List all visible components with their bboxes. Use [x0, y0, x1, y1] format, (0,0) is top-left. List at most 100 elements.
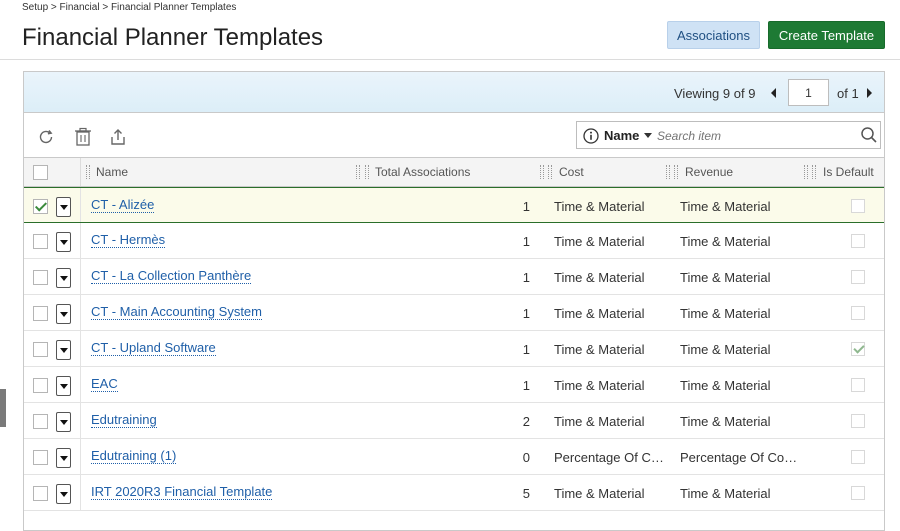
row-menu-button[interactable]	[56, 268, 71, 288]
column-grip[interactable]	[804, 165, 808, 179]
chevron-down-icon	[644, 133, 653, 138]
row-checkbox[interactable]	[33, 414, 48, 429]
row-checkbox[interactable]	[33, 199, 48, 214]
row-checkbox[interactable]	[33, 378, 48, 393]
row-menu-button[interactable]	[56, 304, 71, 324]
column-grip[interactable]	[356, 165, 360, 179]
row-menu-button[interactable]	[56, 232, 71, 252]
previous-page-icon[interactable]	[771, 88, 776, 98]
is-default-checkbox	[851, 486, 865, 500]
revenue-cell: Time & Material	[680, 486, 771, 501]
page-total: of 1	[837, 86, 859, 101]
total-associations-cell: 1	[522, 342, 530, 357]
column-grip[interactable]	[812, 165, 816, 179]
template-name-link[interactable]: CT - Main Accounting System	[91, 304, 262, 320]
table-row[interactable]: CT - Upland Software 1 Time & Material Time…	[24, 331, 884, 367]
table-row[interactable]: CT - Hermès 1 Time & Material Time & Materi…	[24, 223, 884, 259]
cost-cell: Time & Material	[554, 342, 645, 357]
search-icon[interactable]	[860, 126, 878, 144]
row-checkbox[interactable]	[33, 306, 48, 321]
total-associations-cell: 1	[522, 378, 530, 393]
cost-cell: Time & Material	[554, 414, 645, 429]
table-row[interactable]: IRT 2020R3 Financial Template 5 Time & Mat…	[24, 475, 884, 511]
template-name-link[interactable]: CT - Alizée	[91, 197, 155, 213]
template-name-link[interactable]: CT - Hermès	[91, 232, 166, 248]
cost-cell: Time & Material	[554, 486, 645, 501]
total-associations-cell: 1	[522, 234, 530, 249]
column-divider	[80, 439, 81, 474]
column-header-total-associations[interactable]: Total Associations	[375, 158, 470, 186]
refresh-icon[interactable]	[35, 126, 57, 148]
row-checkbox[interactable]	[33, 486, 48, 501]
row-menu-button[interactable]	[56, 197, 71, 217]
template-name-link[interactable]: EAC	[91, 376, 118, 392]
associations-button[interactable]: Associations	[667, 21, 760, 49]
row-checkbox[interactable]	[33, 450, 48, 465]
row-menu-button[interactable]	[56, 448, 71, 468]
column-grip[interactable]	[86, 165, 90, 179]
search-field-label: Name	[604, 128, 640, 143]
search-field-select[interactable]: Name	[604, 128, 653, 143]
select-all-checkbox[interactable]	[33, 165, 48, 180]
column-grip[interactable]	[365, 165, 369, 179]
table-row[interactable]: EAC 1 Time & Material Time & Material	[24, 367, 884, 403]
breadcrumb[interactable]: Setup > Financial > Financial Planner Te…	[22, 2, 236, 13]
is-default-checkbox	[851, 342, 865, 356]
side-panel-tab[interactable]	[0, 389, 6, 427]
cost-cell: Time & Material	[554, 234, 645, 249]
row-menu-button[interactable]	[56, 484, 71, 504]
row-checkbox[interactable]	[33, 234, 48, 249]
column-grip[interactable]	[666, 165, 670, 179]
table-row[interactable]: CT - La Collection Panthère 1 Time & Mater…	[24, 259, 884, 295]
trash-icon[interactable]	[72, 126, 94, 148]
template-name-link[interactable]: CT - Upland Software	[91, 340, 216, 356]
create-template-button[interactable]: Create Template	[768, 21, 885, 49]
table-row[interactable]: Edutraining (1) 0 Percentage Of Co... Perce…	[24, 439, 884, 475]
table-row[interactable]: CT - Alizée 1 Time & Material Time & Materi…	[24, 187, 884, 223]
search-input[interactable]	[657, 126, 852, 145]
is-default-checkbox	[851, 234, 865, 248]
template-name-link[interactable]: IRT 2020R3 Financial Template	[91, 484, 273, 500]
cost-cell: Percentage Of Co...	[554, 450, 666, 465]
viewing-summary: Viewing 9 of 9	[674, 86, 755, 101]
row-checkbox[interactable]	[33, 342, 48, 357]
column-header-is-default[interactable]: Is Default	[823, 158, 874, 186]
total-associations-cell: 0	[522, 450, 530, 465]
total-associations-cell: 1	[522, 270, 530, 285]
search-box: Name	[576, 121, 881, 149]
revenue-cell: Time & Material	[680, 414, 771, 429]
revenue-cell: Time & Material	[680, 270, 771, 285]
grid-header: Name Total Associations Cost Revenue Is …	[24, 157, 884, 187]
templates-panel: Viewing 9 of 9 of 1 Name Name Tota	[23, 71, 885, 531]
cost-cell: Time & Material	[554, 270, 645, 285]
column-grip[interactable]	[548, 165, 552, 179]
template-name-link[interactable]: CT - La Collection Panthère	[91, 268, 252, 284]
column-grip[interactable]	[674, 165, 678, 179]
next-page-icon[interactable]	[867, 88, 872, 98]
export-icon[interactable]	[107, 126, 129, 148]
template-name-link[interactable]: Edutraining	[91, 412, 157, 428]
row-menu-button[interactable]	[56, 376, 71, 396]
is-default-checkbox	[851, 270, 865, 284]
table-row[interactable]: Edutraining 2 Time & Material Time & Materi…	[24, 403, 884, 439]
column-grip[interactable]	[540, 165, 544, 179]
row-checkbox[interactable]	[33, 270, 48, 285]
grid-body: CT - Alizée 1 Time & Material Time & Materi…	[24, 187, 884, 511]
column-header-cost[interactable]: Cost	[559, 158, 584, 186]
revenue-cell: Time & Material	[680, 234, 771, 249]
total-associations-cell: 5	[522, 486, 530, 501]
column-divider	[80, 259, 81, 294]
page-number-input[interactable]	[788, 79, 829, 106]
row-menu-button[interactable]	[56, 412, 71, 432]
info-icon[interactable]	[583, 128, 599, 144]
revenue-cell: Time & Material	[680, 306, 771, 321]
cost-cell: Time & Material	[554, 378, 645, 393]
column-divider	[80, 188, 81, 222]
column-header-name[interactable]: Name	[96, 158, 128, 186]
template-name-link[interactable]: Edutraining (1)	[91, 448, 177, 464]
column-header-revenue[interactable]: Revenue	[685, 158, 733, 186]
table-row[interactable]: CT - Main Accounting System 1 Time & Mater…	[24, 295, 884, 331]
is-default-checkbox	[851, 306, 865, 320]
row-menu-button[interactable]	[56, 340, 71, 360]
total-associations-cell: 2	[522, 414, 530, 429]
